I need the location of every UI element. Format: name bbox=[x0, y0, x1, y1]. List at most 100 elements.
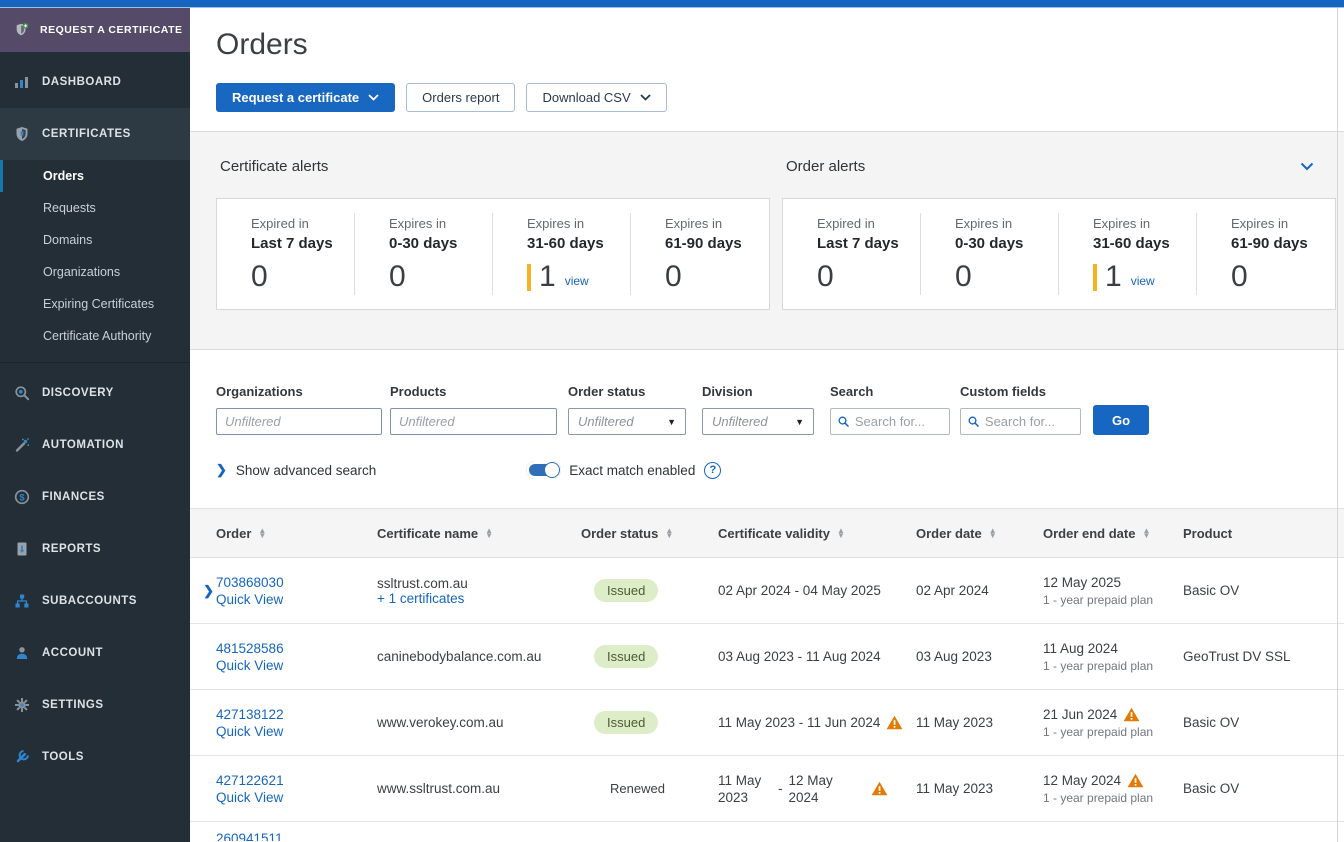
order-alerts-collapse-chevron-icon[interactable] bbox=[1300, 162, 1314, 171]
column-header-order[interactable]: Order▲▼ bbox=[216, 526, 377, 541]
request-a-certificate-button[interactable]: REQUEST A CERTIFICATE bbox=[0, 8, 190, 52]
table-row: 427138122Quick Viewwww.verokey.com.auIss… bbox=[190, 690, 1344, 756]
submenu-item-requests[interactable]: Requests bbox=[0, 192, 190, 224]
warning-icon bbox=[1127, 773, 1144, 788]
view-link[interactable]: view bbox=[565, 274, 589, 288]
quick-view-link[interactable]: Quick View bbox=[216, 724, 283, 739]
certificate-alerts-panel: Certificate alerts Expired inLast 7 days… bbox=[216, 154, 770, 349]
filter-row: OrganizationsProductsOrder statusUnfilte… bbox=[216, 384, 1344, 435]
organizations-input[interactable] bbox=[216, 408, 382, 435]
order-end-date: 11 Aug 2024 bbox=[1043, 641, 1118, 656]
submenu-item-organizations[interactable]: Organizations bbox=[0, 256, 190, 288]
shield-plus-icon bbox=[14, 22, 30, 38]
stat-period: 0-30 days bbox=[955, 235, 1059, 252]
dropdown-caret-icon: ▼ bbox=[795, 417, 804, 427]
sort-icon: ▲▼ bbox=[1142, 528, 1150, 538]
more-certificates-link[interactable]: + 1 certificates bbox=[377, 591, 464, 606]
validity-start: 11 May 2023 bbox=[718, 772, 772, 806]
sidebar-item-label: DISCOVERY bbox=[42, 387, 114, 399]
order-alerts-title: Order alerts bbox=[786, 158, 865, 175]
validity-end: 12 May 2024 bbox=[789, 772, 843, 806]
search-search-input[interactable] bbox=[855, 414, 942, 429]
exact-match-toggle[interactable] bbox=[526, 461, 561, 479]
submenu-item-expiring-certificates[interactable]: Expiring Certificates bbox=[0, 288, 190, 320]
order-date: 11 May 2023 bbox=[916, 781, 1043, 796]
division-filter: Division Unfiltered▼ bbox=[702, 384, 814, 435]
sidebar-item-account[interactable]: ACCOUNT bbox=[0, 627, 190, 679]
sidebar-item-automation[interactable]: AUTOMATION bbox=[0, 419, 190, 471]
quick-view-link[interactable]: Quick View bbox=[216, 790, 283, 805]
table-header-row: Order▲▼Certificate name▲▼Order status▲▼C… bbox=[190, 508, 1344, 558]
division-select[interactable]: Unfiltered▼ bbox=[702, 408, 814, 435]
quick-view-link[interactable]: Quick View bbox=[216, 658, 283, 673]
expand-row-chevron-icon[interactable]: ❯ bbox=[203, 583, 214, 599]
main-content: Orders Request a certificate Orders repo… bbox=[190, 8, 1344, 842]
request-a-certificate-dropdown-button[interactable]: Request a certificate bbox=[216, 83, 395, 112]
discovery-icon bbox=[14, 385, 30, 401]
column-header-certificate-validity[interactable]: Certificate validity ▲▼ bbox=[718, 526, 916, 541]
sidebar: REQUEST A CERTIFICATE DASHBOARDCERTIFICA… bbox=[0, 8, 190, 842]
submenu-item-orders[interactable]: Orders bbox=[0, 160, 190, 192]
products-input[interactable] bbox=[390, 408, 557, 435]
sidebar-item-subaccounts[interactable]: SUBACCOUNTS bbox=[0, 575, 190, 627]
alert-stat-cell: Expires in31-60 days1view bbox=[493, 199, 631, 309]
stat-prefix: Expires in bbox=[389, 216, 493, 231]
submenu-item-label: Orders bbox=[43, 169, 84, 183]
column-header-order-status[interactable]: Order status▲▼ bbox=[581, 526, 718, 541]
sidebar-item-discovery[interactable]: DISCOVERY bbox=[0, 367, 190, 419]
page-header: Orders Request a certificate Orders repo… bbox=[190, 8, 1344, 131]
order-id-link[interactable]: 703868030 bbox=[216, 575, 284, 590]
order-id-link[interactable]: 260941511 bbox=[216, 831, 283, 841]
search-label: Search bbox=[830, 384, 950, 399]
order-status-select[interactable]: Unfiltered▼ bbox=[568, 408, 686, 435]
sidebar-item-settings[interactable]: SETTINGS bbox=[0, 679, 190, 731]
sidebar-item-reports[interactable]: REPORTS bbox=[0, 523, 190, 575]
view-link[interactable]: view bbox=[1131, 274, 1155, 288]
request-button-label: Request a certificate bbox=[232, 90, 359, 105]
table-body: ❯703868030Quick Viewssltrust.com.au+ 1 c… bbox=[190, 558, 1344, 841]
settings-icon bbox=[14, 697, 30, 713]
stat-period: Last 7 days bbox=[817, 235, 921, 252]
stat-value: 0 bbox=[955, 262, 972, 292]
order-id-link[interactable]: 481528586 bbox=[216, 641, 284, 656]
product-name: Basic OV bbox=[1183, 715, 1344, 730]
show-advanced-search-link[interactable]: ❯ Show advanced search bbox=[216, 462, 376, 478]
table-row: 481528586Quick Viewcaninebodybalance.com… bbox=[190, 624, 1344, 690]
alerts-section: Certificate alerts Expired inLast 7 days… bbox=[190, 131, 1344, 350]
header-button-row: Request a certificate Orders report Down… bbox=[216, 83, 1344, 112]
quick-view-link[interactable]: Quick View bbox=[216, 592, 283, 607]
sidebar-item-tools[interactable]: TOOLS bbox=[0, 731, 190, 783]
order-date: 11 May 2023 bbox=[916, 715, 1043, 730]
column-label: Certificate validity bbox=[718, 526, 830, 541]
sidebar-item-finances[interactable]: $FINANCES bbox=[0, 471, 190, 523]
column-header-order-date[interactable]: Order date▲▼ bbox=[916, 526, 1043, 541]
sidebar-item-label: ACCOUNT bbox=[42, 647, 103, 659]
orders-report-button[interactable]: Orders report bbox=[406, 83, 515, 112]
plan-subtext: 1 - year prepaid plan bbox=[1043, 725, 1183, 739]
orders-table: Order▲▼Certificate name▲▼Order status▲▼C… bbox=[190, 508, 1344, 841]
validity-range: 03 Aug 2023 - 11 Aug 2024 bbox=[718, 649, 881, 664]
order-date: 02 Apr 2024 bbox=[916, 583, 1043, 598]
submenu-item-domains[interactable]: Domains bbox=[0, 224, 190, 256]
table-row: 427122621Quick Viewwww.ssltrust.com.auRe… bbox=[190, 756, 1344, 822]
column-label: Certificate name bbox=[377, 526, 478, 541]
help-icon[interactable]: ? bbox=[704, 462, 721, 479]
column-header-product: Product bbox=[1183, 526, 1344, 541]
order-id-link[interactable]: 427122621 bbox=[216, 773, 284, 788]
column-header-certificate-name[interactable]: Certificate name▲▼ bbox=[377, 526, 581, 541]
scrollbar-gutter[interactable] bbox=[1337, 8, 1338, 842]
filter-section: OrganizationsProductsOrder statusUnfilte… bbox=[190, 350, 1344, 508]
submenu-item-certificate-authority[interactable]: Certificate Authority bbox=[0, 320, 190, 352]
dropdown-caret-icon: ▼ bbox=[667, 417, 676, 427]
download-csv-button[interactable]: Download CSV bbox=[526, 83, 666, 112]
order-id-link[interactable]: 427138122 bbox=[216, 707, 284, 722]
go-button[interactable]: Go bbox=[1093, 405, 1149, 435]
sidebar-item-dashboard[interactable]: DASHBOARD bbox=[0, 56, 190, 108]
column-header-order-end-date[interactable]: Order end date▲▼ bbox=[1043, 526, 1183, 541]
sort-icon: ▲▼ bbox=[837, 528, 845, 538]
sidebar-item-label: AUTOMATION bbox=[42, 439, 124, 451]
sidebar-item-certificates[interactable]: CERTIFICATES bbox=[0, 108, 190, 160]
division-label: Division bbox=[702, 384, 814, 399]
sort-icon: ▲▼ bbox=[258, 528, 266, 538]
custom-fields-search-input[interactable] bbox=[985, 414, 1073, 429]
